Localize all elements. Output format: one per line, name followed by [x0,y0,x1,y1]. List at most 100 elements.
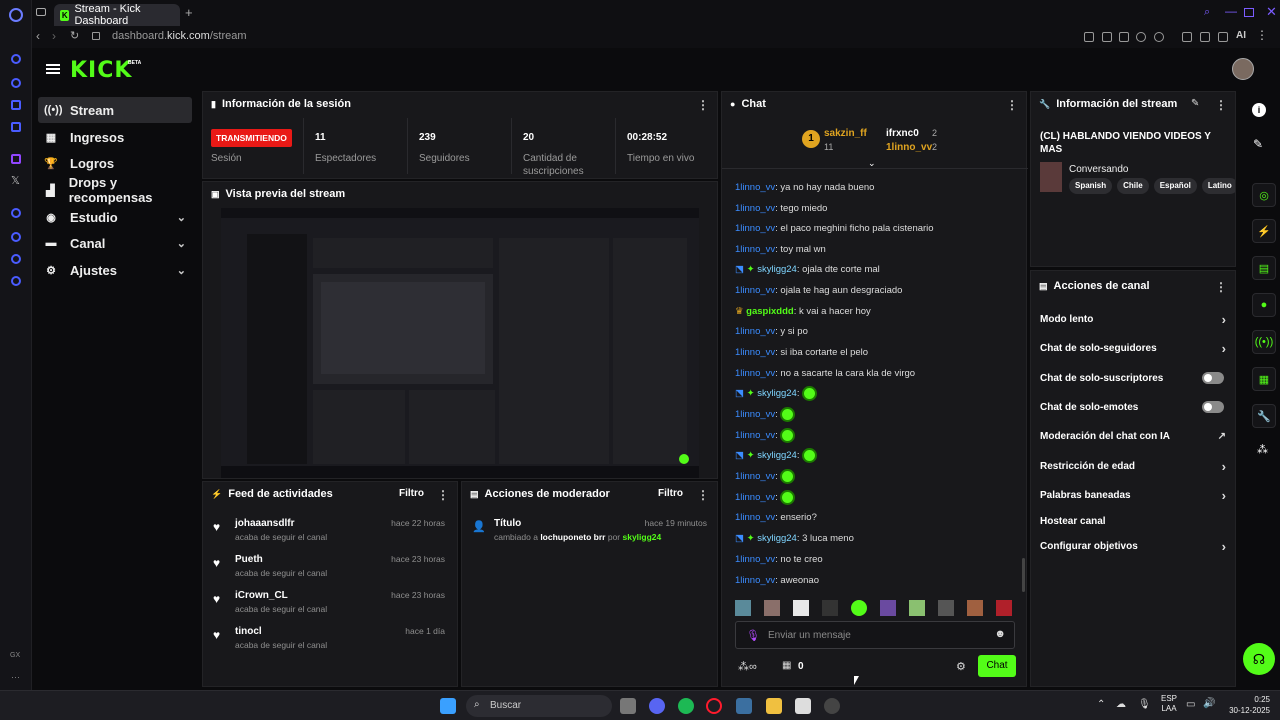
more-options-icon[interactable]: ⋮ [437,488,449,502]
store-icon[interactable]: ▦ [782,660,791,671]
back-icon[interactable]: ‹ [36,29,40,43]
tray-chevron-icon[interactable]: ⌃ [1097,699,1105,710]
emoji-icon[interactable]: ☻ [994,628,1006,640]
volume-icon[interactable]: 🔊 [1203,698,1215,709]
sidebar-m-icon[interactable] [11,122,21,132]
sidebar-more-icon[interactable]: ··· [11,672,20,682]
tag[interactable]: Chile [1117,178,1149,194]
extensions-icon[interactable] [1182,32,1192,42]
share-icon[interactable] [1200,32,1210,42]
sidebar-x-icon[interactable]: 𝕏 [11,174,20,187]
tag[interactable]: Latino [1201,178,1235,194]
nav-item-canal[interactable]: ▬ Canal ⌄ [38,230,192,256]
tag[interactable]: Español [1153,178,1197,194]
sidebar-history-icon[interactable] [11,232,21,242]
nav-item-estudio[interactable]: ◉ Estudio ⌄ [38,204,192,230]
action-banned-words[interactable]: Palabras baneadas › [1040,488,1226,503]
more-options-icon[interactable]: ⋮ [1006,98,1018,112]
search-tabs-icon[interactable]: ⌕ [1204,6,1210,19]
action-emotes-only[interactable]: Chat de solo-emotes [1040,401,1226,413]
maximize-icon[interactable] [1244,8,1254,17]
action-followers-only[interactable]: Chat de solo-seguidores › [1040,341,1226,356]
sidebar-messenger-icon[interactable] [11,100,21,110]
emote-icon[interactable] [967,600,983,616]
action-subs-only[interactable]: Chat de solo-suscriptores [1040,372,1226,384]
emote-icon[interactable] [822,600,838,616]
emote-icon[interactable] [938,600,954,616]
rail-wrench-icon[interactable]: 🔧 [1252,404,1276,428]
sidebar-workspace-icon[interactable] [11,78,21,88]
emotes-only-toggle[interactable] [1202,401,1224,413]
tab-kick-dashboard[interactable]: K Stream - Kick Dashboard [54,3,180,27]
nav-item-ingresos[interactable]: ▦ Ingresos [38,124,192,150]
ai-icon[interactable]: AI [1236,30,1246,41]
send-chat-button[interactable]: Chat [978,655,1016,677]
sidebar-gx-icon[interactable]: GX [10,652,20,659]
emote-icon[interactable] [909,600,925,616]
hamburger-menu-icon[interactable] [46,64,60,74]
reload-icon[interactable]: ↻ [70,29,79,42]
emote-icon[interactable] [880,600,896,616]
sidebar-settings-icon[interactable] [11,276,21,286]
infinity-icon[interactable]: ⁂∞ [738,660,757,673]
sidebar-player-icon[interactable] [11,208,21,218]
mod-filter-button[interactable]: Filtro [658,488,683,499]
rail-document-icon[interactable]: ▤ [1252,256,1276,280]
kick-logo[interactable]: KICK [70,58,132,83]
new-tab-icon[interactable]: + [185,5,193,20]
feed-filter-button[interactable]: Filtro [399,488,424,499]
pin-icon[interactable] [1084,32,1094,42]
close-window-icon[interactable]: ✕ [1266,4,1277,20]
forward-icon[interactable]: › [52,29,56,43]
more-options-icon[interactable]: ⋮ [697,98,709,112]
store-icon[interactable] [795,698,811,714]
sidebar-extensions-icon[interactable] [11,254,21,264]
language-indicator[interactable]: ESP LAA [1161,694,1177,714]
heart-icon[interactable] [1154,32,1164,42]
minimize-icon[interactable]: — [1225,4,1237,18]
chat-settings-icon[interactable]: ⚙ [956,660,966,673]
play-icon[interactable] [1136,32,1146,42]
avatar[interactable] [1232,58,1254,80]
stream-preview-video[interactable] [221,208,699,478]
discord-icon[interactable] [649,698,665,714]
more-options-icon[interactable]: ⋮ [1215,280,1227,294]
kick-emote-icon[interactable] [851,600,867,616]
url-field[interactable]: dashboard.kick.com/stream [112,30,247,42]
tag[interactable]: Spanish [1069,178,1113,194]
windows-start-icon[interactable] [440,698,456,714]
tab-menu-icon[interactable] [36,8,46,16]
opera-logo-icon[interactable] [9,8,23,22]
tray-microphone-icon[interactable]: 🎙 [1138,699,1151,710]
nav-item-ajustes[interactable]: ⚙ Ajustes ⌄ [38,257,192,283]
browser-menu-icon[interactable]: ⋮ [1256,28,1268,42]
taskbar-search[interactable]: ⌕ Buscar [466,695,612,717]
info-icon[interactable]: i [1252,103,1266,117]
shield-icon[interactable] [1119,32,1129,42]
microphone-icon[interactable]: 🎙 [746,629,760,642]
nav-item-drops[interactable]: ▟ Drops y recompensas [38,175,192,205]
clock[interactable]: 0:25 30-12-2025 [1224,694,1270,716]
emote-icon[interactable] [735,600,751,616]
rail-community-icon[interactable]: ⁂ [1257,443,1268,456]
sidebar-twitch-icon[interactable] [11,154,21,164]
action-slow-mode[interactable]: Modo lento › [1040,312,1226,327]
task-view-icon[interactable] [620,698,636,714]
action-age-restriction[interactable]: Restricción de edad › [1040,459,1226,474]
more-options-icon[interactable]: ⋮ [697,488,709,502]
app-icon[interactable] [736,698,752,714]
emote-icon[interactable] [793,600,809,616]
rail-list-icon[interactable]: ▦ [1252,367,1276,391]
network-icon[interactable]: ▭ [1186,699,1195,710]
download-icon[interactable] [1218,32,1228,42]
opera-gx-icon[interactable] [706,698,722,714]
rail-clip-icon[interactable]: ◎ [1252,183,1276,207]
snapshot-icon[interactable] [1102,32,1112,42]
nav-item-logros[interactable]: 🏆 Logros [38,150,192,176]
emote-icon[interactable] [996,600,1012,616]
file-explorer-icon[interactable] [766,698,782,714]
nav-item-stream[interactable]: ((•)) Stream [38,97,192,123]
spotify-icon[interactable] [678,698,694,714]
action-goals[interactable]: Configurar objetivos › [1040,539,1226,554]
action-ai-moderation[interactable]: Moderación del chat con IA ↗ [1040,431,1226,442]
